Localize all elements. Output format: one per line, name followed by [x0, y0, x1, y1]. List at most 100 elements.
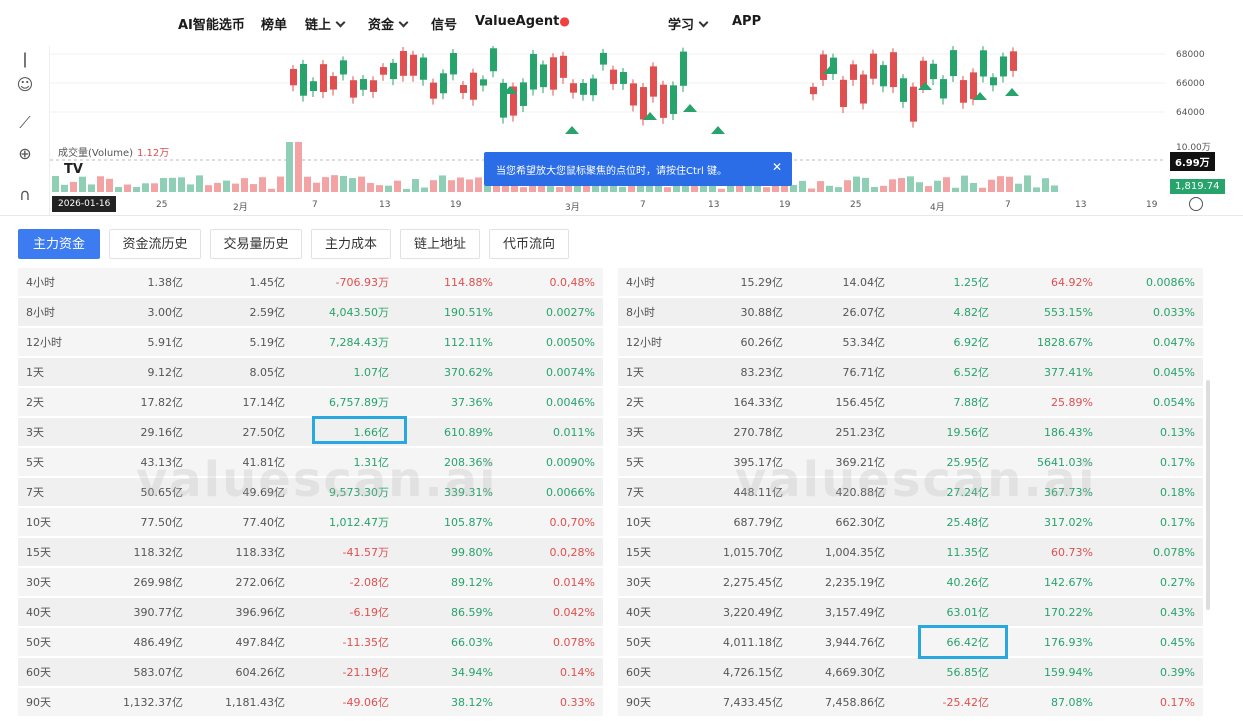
- table-cell: 118.33亿: [235, 546, 286, 559]
- candlestick-chart[interactable]: [50, 46, 1170, 216]
- table-cell: 0.078%: [1153, 546, 1195, 559]
- nav-ai-coin-select[interactable]: AI智能选币: [178, 14, 245, 33]
- volume-bar: [106, 178, 113, 192]
- table-cell: 0.0050%: [546, 336, 595, 349]
- volume-bar: [295, 142, 302, 192]
- scrollbar[interactable]: [1206, 380, 1210, 610]
- table-cell: 367.73%: [1044, 486, 1093, 499]
- table-cell: 77.40亿: [242, 516, 286, 529]
- x-tick: 3月: [565, 203, 580, 213]
- table-cell: 99.80%: [451, 546, 493, 559]
- volume-bar: [844, 180, 851, 192]
- highlight-box: [918, 625, 1008, 659]
- volume-bar: [196, 175, 203, 192]
- table-cell: 1,015.70亿: [723, 546, 783, 559]
- tab-main-cost[interactable]: 主力成本: [311, 229, 391, 259]
- table-cell: 0.0,48%: [549, 276, 595, 289]
- close-icon[interactable]: ✕: [772, 160, 782, 174]
- table-cell: 8小时: [26, 306, 55, 319]
- table-cell: 0.33%: [560, 696, 595, 709]
- tab-volume-history[interactable]: 交易量历史: [210, 229, 302, 259]
- table-row: 7天 448.11亿 420.88亿 27.24亿 367.73% 0.18%: [618, 478, 1203, 508]
- tab-fund-flow-history[interactable]: 资金流历史: [109, 229, 201, 259]
- nav-funds[interactable]: 资金: [368, 14, 409, 33]
- tradingview-logo: TV: [64, 162, 83, 177]
- highlight-box: [312, 416, 407, 444]
- table-row: 3天 29.16亿 27.50亿 1.66亿 610.89% 0.011%: [18, 418, 603, 448]
- table-row: 15天 1,015.70亿 1,004.35亿 11.35亿 60.73% 0.078%: [618, 538, 1203, 568]
- table-cell: 26.07亿: [842, 306, 886, 319]
- volume-bar: [385, 185, 392, 192]
- volume-bar: [934, 180, 941, 192]
- candle: [850, 60, 857, 86]
- table-cell: 0.0046%: [546, 396, 595, 409]
- tab-token-flow[interactable]: 代币流向: [489, 229, 569, 259]
- candle: [530, 49, 537, 96]
- candle: [860, 70, 867, 110]
- x-tick: 13: [708, 200, 720, 210]
- nav-learn[interactable]: 学习: [668, 14, 709, 33]
- candle: [900, 74, 907, 108]
- candle: [840, 75, 847, 113]
- table-cell: 176.93%: [1044, 636, 1093, 649]
- candle: [440, 69, 447, 100]
- table-cell: 14.04亿: [842, 276, 886, 289]
- volume-bar: [223, 180, 230, 192]
- left-fund-table: 4小时 1.38亿 1.45亿 -706.93万 114.88% 0.0,48% 8小时 3.…: [18, 268, 603, 718]
- table-cell: 0.078%: [553, 636, 595, 649]
- table-cell: 7,284.43万: [329, 336, 389, 349]
- chevron-down-icon: [335, 17, 346, 28]
- last-volume-badge: 1,819.74: [1170, 179, 1225, 194]
- nav-rankings[interactable]: 榜单: [261, 14, 287, 33]
- chart-settings-icon[interactable]: [1189, 197, 1203, 211]
- nav-onchain-label: 链上: [305, 18, 332, 33]
- candle: [500, 78, 507, 124]
- table-cell: 0.13%: [1160, 426, 1195, 439]
- table-cell: 90天: [626, 696, 651, 709]
- table-row: 4小时 1.38亿 1.45亿 -706.93万 114.88% 0.0,48%: [18, 268, 603, 298]
- table-cell: 19.56亿: [946, 426, 990, 439]
- volume-bar: [970, 182, 977, 192]
- nav-app[interactable]: APP: [732, 14, 761, 29]
- volume-bar: [322, 177, 329, 192]
- candle: [330, 72, 337, 96]
- table-cell: 64.92%: [1051, 276, 1093, 289]
- volume-bar: [250, 184, 257, 192]
- table-cell: 420.88亿: [835, 486, 886, 499]
- magnet-icon[interactable]: ∩: [14, 184, 36, 206]
- nav-valueagent[interactable]: ValueAgent●: [475, 14, 570, 29]
- volume-bar: [790, 184, 797, 192]
- table-row: 12小时 60.26亿 53.34亿 6.92亿 1828.67% 0.047%: [618, 328, 1203, 358]
- chevron-down-icon: [698, 17, 709, 28]
- table-cell: 53.34亿: [842, 336, 886, 349]
- table-cell: 270.78亿: [733, 426, 784, 439]
- table-cell: 486.49亿: [133, 636, 184, 649]
- nav-valueagent-label: ValueAgent: [475, 14, 560, 29]
- emoji-icon[interactable]: ☺: [14, 74, 36, 96]
- table-cell: -6.19亿: [349, 606, 389, 619]
- table-cell: 9.12亿: [147, 366, 184, 379]
- volume-label-text: 成交量(Volume): [58, 148, 133, 159]
- nav-signals[interactable]: 信号: [431, 14, 457, 33]
- zoom-in-icon[interactable]: ⊕: [14, 143, 36, 165]
- table-cell: -2.08亿: [349, 576, 389, 589]
- volume-bar: [439, 175, 446, 192]
- ruler-icon[interactable]: ⟋: [14, 112, 36, 134]
- table-cell: 1.45亿: [249, 276, 286, 289]
- table-row: 8小时 3.00亿 2.59亿 4,043.50万 190.51% 0.0027%: [18, 298, 603, 328]
- candle: [350, 76, 357, 104]
- volume-bar: [277, 176, 284, 192]
- chart-toolbar: ǀ ☺ ⟋ ⊕ ∩: [0, 46, 50, 216]
- table-cell: 15天: [626, 546, 651, 559]
- tab-main-funds[interactable]: 主力资金: [18, 229, 100, 259]
- table-row: 5天 395.17亿 369.21亿 25.95亿 5641.03% 0.17%: [618, 448, 1203, 478]
- table-cell: 6.92亿: [953, 336, 990, 349]
- nav-onchain[interactable]: 链上: [305, 14, 346, 33]
- cursor-line-icon[interactable]: ǀ: [14, 48, 36, 70]
- table-cell: 0.17%: [1160, 696, 1195, 709]
- volume-bar: [232, 183, 239, 192]
- volume-bar: [313, 182, 320, 192]
- candle: [490, 46, 497, 78]
- table-cell: 30天: [26, 576, 51, 589]
- tab-onchain-address[interactable]: 链上地址: [400, 229, 480, 259]
